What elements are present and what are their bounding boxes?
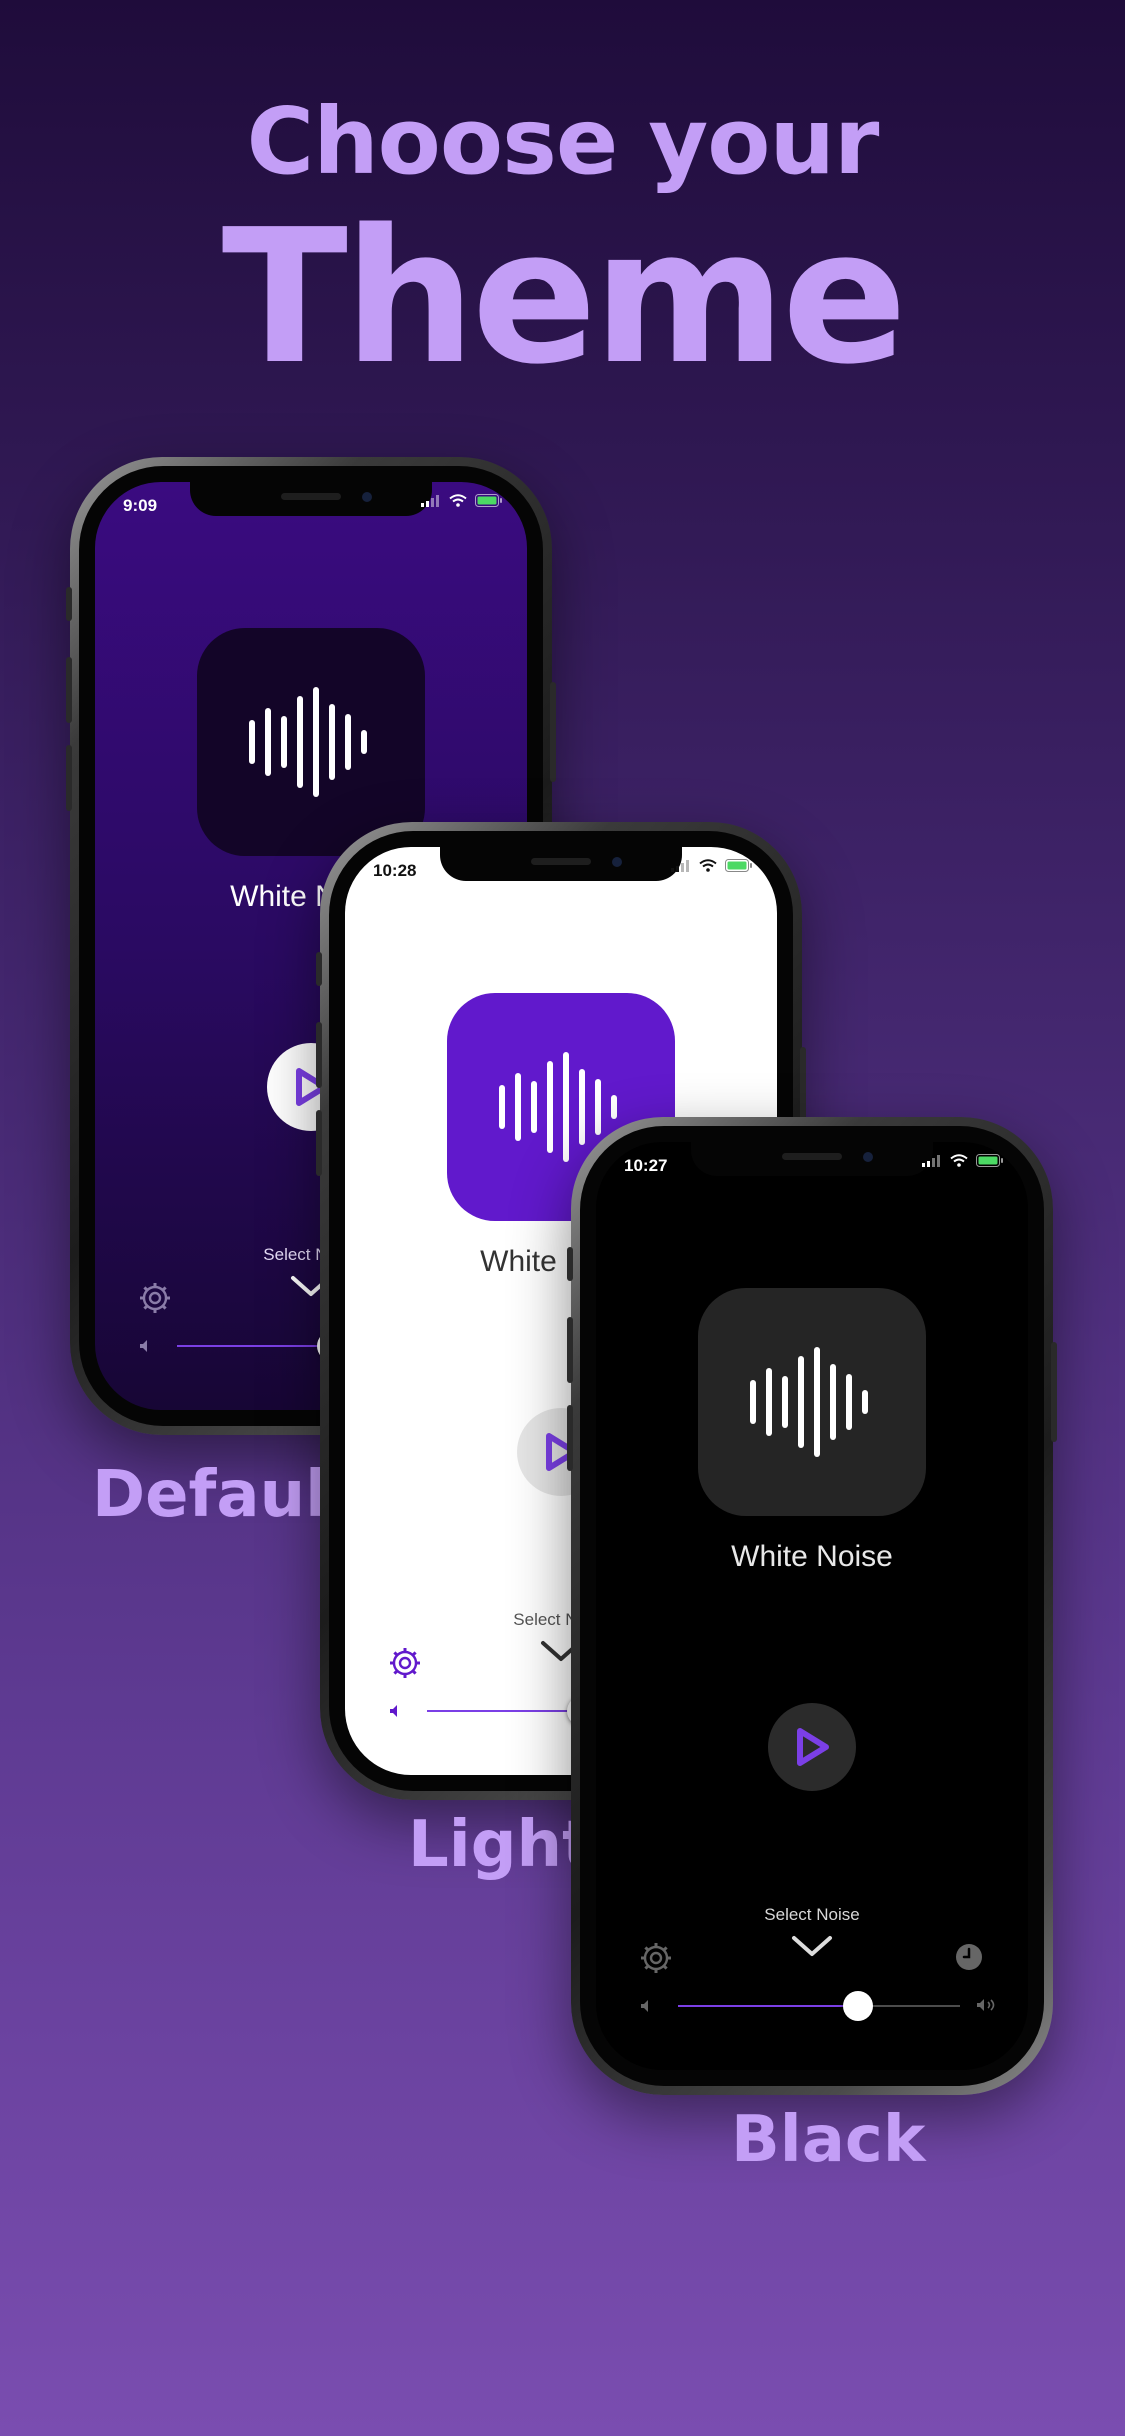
gear-icon: [140, 1283, 170, 1313]
timer-button[interactable]: [954, 1942, 984, 1977]
wifi-icon: [449, 494, 467, 507]
notch: [190, 482, 432, 516]
status-icons: [922, 1154, 1004, 1167]
signal-icon: [421, 494, 439, 507]
status-time: 9:09: [123, 496, 158, 515]
volume-thumb[interactable]: [843, 1991, 874, 2021]
volume-down-button: [567, 1405, 573, 1471]
signal-icon: [671, 859, 689, 872]
notch: [440, 847, 682, 881]
clock-icon: [956, 1944, 982, 1970]
status-icons: [421, 494, 503, 507]
silent-switch: [567, 1247, 573, 1281]
waveform-icon: [750, 1347, 868, 1457]
battery-icon: [725, 859, 752, 872]
status-time: 10:28: [373, 861, 417, 880]
settings-button[interactable]: [389, 1647, 421, 1684]
phone-black: 10:27 White Noise Select Noise: [567, 1117, 1057, 2095]
notch: [691, 1142, 933, 1176]
gear-icon: [390, 1648, 420, 1678]
volume-up-button: [316, 1022, 322, 1088]
volume-down-button: [316, 1110, 322, 1176]
noise-name: White Noise: [731, 1540, 893, 1573]
settings-button[interactable]: [139, 1282, 171, 1319]
volume-fill: [427, 1710, 583, 1712]
side-button: [550, 682, 556, 782]
caption-black: Black: [731, 2103, 926, 2177]
volume-fill: [678, 2005, 859, 2007]
screen-black: 10:27 White Noise Select Noise: [596, 1142, 1028, 2070]
waveform-icon: [249, 687, 367, 797]
noise-artwork[interactable]: [698, 1288, 926, 1516]
select-noise-button[interactable]: [790, 1934, 834, 1963]
volume-up-button: [66, 657, 72, 723]
select-noise-label: Select Noise: [764, 1905, 860, 1924]
status-icons: [671, 859, 753, 872]
speaker-high-icon: [977, 1999, 995, 2011]
wifi-icon: [950, 1154, 968, 1167]
side-button: [1051, 1342, 1057, 1442]
speaker-low-icon: [390, 1705, 397, 1717]
settings-button[interactable]: [640, 1942, 672, 1979]
battery-icon: [976, 1154, 1003, 1167]
volume-control: [640, 1991, 1000, 2021]
speaker-low-icon: [140, 1340, 147, 1352]
volume-slider[interactable]: [678, 1991, 960, 2021]
volume-fill: [177, 1345, 333, 1347]
silent-switch: [66, 587, 72, 621]
caption-default: Default: [92, 1458, 358, 1532]
play-icon: [797, 1728, 829, 1766]
headline-line1: Choose your: [246, 88, 880, 195]
headline-line2: Theme: [221, 189, 908, 405]
wifi-icon: [699, 859, 717, 872]
status-time: 10:27: [624, 1156, 668, 1175]
silent-switch: [316, 952, 322, 986]
chevron-down-icon: [792, 1936, 832, 1956]
gear-icon: [641, 1943, 671, 1973]
volume-down-button: [66, 745, 72, 811]
battery-icon: [475, 494, 502, 507]
speaker-low-icon: [641, 2000, 648, 2012]
play-button[interactable]: [768, 1703, 856, 1791]
signal-icon: [922, 1154, 940, 1167]
caption-light: Light: [408, 1808, 593, 1882]
volume-up-button: [567, 1317, 573, 1383]
